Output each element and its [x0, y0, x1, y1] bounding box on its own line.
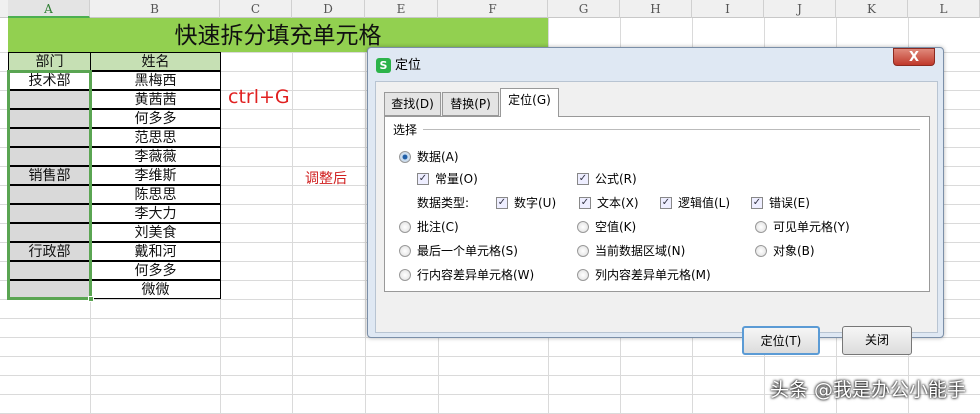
checkbox-icon: ✓	[496, 196, 508, 209]
name-cell[interactable]: 黑梅西	[90, 71, 221, 90]
option-label: 可见单元格(Y)	[773, 220, 850, 234]
dialog-title-text: 定位	[395, 58, 422, 73]
radio-option[interactable]: 行内容差异单元格(W)	[399, 266, 534, 283]
option-label: 文本(X)	[597, 196, 639, 210]
column-header-E[interactable]: E	[365, 0, 438, 18]
shortcut-note: ctrl+G	[228, 86, 290, 108]
gridline	[292, 18, 293, 414]
goto-button[interactable]: 定位(T)	[742, 326, 820, 355]
option-label: 错误(E)	[769, 196, 810, 210]
gridline	[0, 356, 980, 357]
name-cell[interactable]: 戴和河	[90, 242, 221, 261]
column-header-K[interactable]: K	[836, 0, 908, 18]
option-label: 逻辑值(L)	[678, 196, 731, 210]
option-label: 数字(U)	[514, 196, 557, 210]
column-header-I[interactable]: I	[692, 0, 764, 18]
option-label: 空值(K)	[595, 220, 637, 234]
goto-dialog: S 定位 X 查找(D) 替换(P) 定位(G) 选择 数据(A) ✓ 常量(O) …	[367, 47, 944, 355]
name-cell[interactable]: 陈思思	[90, 185, 221, 204]
close-dialog-button[interactable]: 关闭	[842, 326, 912, 355]
radio-option[interactable]: 批注(C)	[399, 218, 459, 235]
name-cell[interactable]: 李薇薇	[90, 147, 221, 166]
checkbox-icon: ✓	[751, 196, 763, 209]
gridline	[365, 18, 366, 414]
close-button[interactable]: X	[893, 48, 935, 66]
column-header-C[interactable]: C	[220, 0, 292, 18]
checkbox-constants[interactable]: ✓ 常量(O)	[417, 170, 478, 187]
goto-panel: 选择 数据(A) ✓ 常量(O) ✓ 公式(R) 数据类型: ✓ 数字(U) ✓ 文本(…	[384, 116, 930, 292]
watermark: 头条 @我是办公小能手	[769, 379, 966, 401]
name-cell[interactable]: 刘美食	[90, 223, 221, 242]
checkbox-icon: ✓	[417, 172, 429, 185]
checkbox-text[interactable]: ✓ 文本(X)	[579, 194, 639, 211]
name-cell[interactable]: 何多多	[90, 261, 221, 280]
selection-range	[7, 70, 92, 300]
group-divider	[423, 129, 920, 130]
fill-handle[interactable]	[88, 296, 94, 302]
dialog-body: 查找(D) 替换(P) 定位(G) 选择 数据(A) ✓ 常量(O) ✓ 公式(R)…	[375, 81, 938, 355]
option-label: 当前数据区域(N)	[595, 244, 686, 258]
header-dept[interactable]: 部门	[8, 52, 91, 71]
name-cell[interactable]: 李大力	[90, 204, 221, 223]
radio-icon	[399, 268, 411, 281]
column-header-L[interactable]: L	[908, 0, 980, 18]
column-header-A[interactable]: A	[8, 0, 90, 18]
name-cell[interactable]: 微微	[90, 280, 221, 299]
name-cell[interactable]: 范思思	[90, 128, 221, 147]
after-note: 调整后	[305, 171, 347, 187]
radio-option[interactable]: 当前数据区域(N)	[577, 242, 685, 259]
checkbox-icon: ✓	[577, 172, 589, 185]
column-header-G[interactable]: G	[548, 0, 620, 18]
radio-icon	[577, 244, 589, 257]
header-name[interactable]: 姓名	[90, 52, 221, 71]
tab-replace[interactable]: 替换(P)	[442, 92, 499, 116]
name-cell[interactable]: 黄茜茜	[90, 90, 221, 109]
name-cell[interactable]: 何多多	[90, 109, 221, 128]
radio-option[interactable]: 最后一个单元格(S)	[399, 242, 518, 259]
option-label: 对象(B)	[773, 244, 815, 258]
radio-icon	[577, 268, 589, 281]
column-header-F[interactable]: F	[438, 0, 548, 18]
radio-icon	[755, 244, 767, 257]
checkbox-logical[interactable]: ✓ 逻辑值(L)	[660, 194, 730, 211]
checkbox-icon: ✓	[660, 196, 672, 209]
radio-option[interactable]: 空值(K)	[577, 218, 636, 235]
checkbox-formulas[interactable]: ✓ 公式(R)	[577, 170, 637, 187]
checkbox-number[interactable]: ✓ 数字(U)	[496, 194, 556, 211]
column-header-J[interactable]: J	[764, 0, 836, 18]
data-type-label: 数据类型:	[417, 196, 470, 210]
radio-option[interactable]: 列内容差异单元格(M)	[577, 266, 711, 283]
radio-icon	[755, 220, 767, 233]
radio-icon	[577, 220, 589, 233]
radio-icon	[399, 150, 411, 163]
option-label: 最后一个单元格(S)	[417, 244, 518, 258]
option-label: 批注(C)	[417, 220, 459, 234]
column-header-bar: ABCDEFGHIJKL	[0, 0, 980, 18]
radio-option[interactable]: 可见单元格(Y)	[755, 218, 850, 235]
column-header-H[interactable]: H	[620, 0, 692, 18]
dialog-title: S 定位	[376, 54, 421, 73]
checkbox-icon: ✓	[579, 196, 591, 209]
column-header-B[interactable]: B	[90, 0, 220, 18]
name-cell[interactable]: 李维斯	[90, 166, 221, 185]
option-label: 列内容差异单元格(M)	[595, 268, 711, 282]
column-header-D[interactable]: D	[292, 0, 365, 18]
radio-option[interactable]: 对象(B)	[755, 242, 815, 259]
radio-data[interactable]: 数据(A)	[399, 148, 459, 165]
radio-icon	[399, 244, 411, 257]
option-label: 行内容差异单元格(W)	[417, 268, 535, 282]
wps-app-icon: S	[376, 58, 391, 73]
option-label: 公式(R)	[595, 172, 637, 186]
tab-goto[interactable]: 定位(G)	[500, 88, 559, 117]
tab-find[interactable]: 查找(D)	[384, 92, 441, 116]
option-label: 常量(O)	[435, 172, 478, 186]
checkbox-error[interactable]: ✓ 错误(E)	[751, 194, 810, 211]
option-label: 数据(A)	[417, 150, 459, 164]
group-label: 选择	[393, 123, 418, 137]
radio-icon	[399, 220, 411, 233]
